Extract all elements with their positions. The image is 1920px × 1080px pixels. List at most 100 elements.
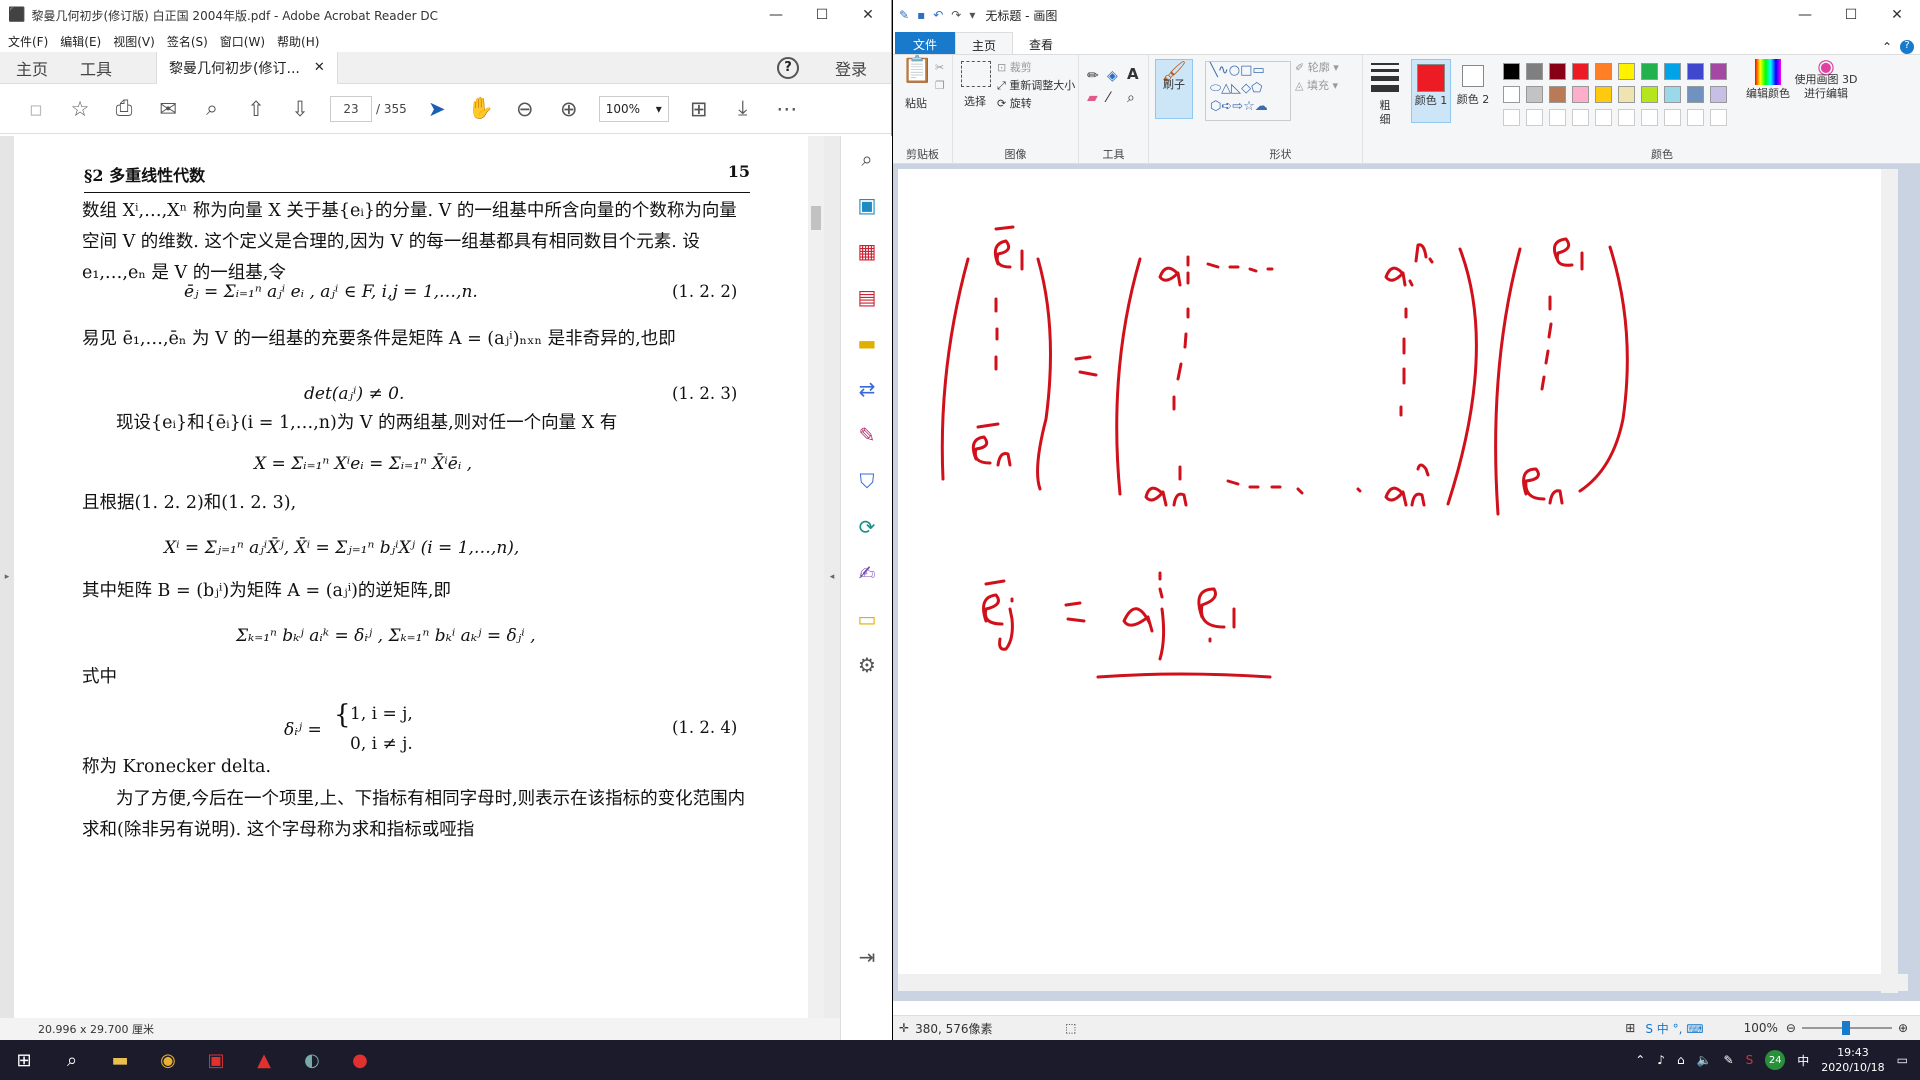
palette-swatch-empty[interactable]	[1503, 109, 1520, 126]
save-icon[interactable]: ▪	[917, 8, 925, 22]
paint3d-button[interactable]: ◉ 使用画图 3D 进行编辑	[1791, 56, 1861, 101]
pencil-icon[interactable]: ✏	[1087, 69, 1099, 83]
palette-swatch-empty[interactable]	[1664, 109, 1681, 126]
zoom-out-icon[interactable]: ⊖	[1786, 1021, 1796, 1035]
paint-taskbar-icon[interactable]: ◐	[288, 1040, 336, 1080]
chrome-icon[interactable]: ◉	[144, 1040, 192, 1080]
palette-swatch[interactable]	[1618, 86, 1635, 103]
comment-icon[interactable]: ▬	[841, 320, 893, 366]
collapse-panel-icon[interactable]: ⇥	[841, 934, 893, 980]
palette-swatch[interactable]	[1595, 63, 1612, 80]
palette-swatch[interactable]	[1503, 63, 1520, 80]
edit-colors-button[interactable]: 编辑颜色	[1745, 59, 1791, 101]
palette-swatch[interactable]	[1641, 63, 1658, 80]
notification-badge[interactable]: 24	[1765, 1050, 1786, 1070]
text-tool-icon[interactable]: A	[1127, 67, 1139, 82]
palette-swatch-empty[interactable]	[1549, 109, 1566, 126]
palette-swatch-empty[interactable]	[1526, 109, 1543, 126]
zoom-in-icon[interactable]: ⊕	[547, 91, 591, 127]
palette-swatch-empty[interactable]	[1641, 109, 1658, 126]
palette-swatch-empty[interactable]	[1710, 109, 1727, 126]
close-button[interactable]: ✕	[845, 7, 891, 23]
palette-swatch-empty[interactable]	[1687, 109, 1704, 126]
rotate-button[interactable]: ⟳ 旋转	[997, 97, 1032, 111]
palette-swatch[interactable]	[1572, 86, 1589, 103]
palette-swatch[interactable]	[1572, 63, 1589, 80]
canvas-horizontal-scrollbar[interactable]	[898, 974, 1908, 991]
maximize-button[interactable]: ☐	[799, 7, 845, 23]
mail-icon[interactable]: ✉	[146, 91, 190, 127]
size-lines-icon[interactable]	[1371, 63, 1399, 92]
zoom-in-icon[interactable]: ⊕	[1898, 1021, 1908, 1035]
palette-swatch[interactable]	[1549, 63, 1566, 80]
sign-icon[interactable]: ✍	[841, 550, 893, 596]
left-panel-toggle[interactable]: ▸	[0, 136, 14, 1018]
minimize-button[interactable]: —	[1782, 7, 1828, 23]
volume-icon[interactable]: 🔈	[1697, 1053, 1712, 1067]
menu-window[interactable]: 窗口(W)	[220, 33, 265, 50]
more-tools-icon[interactable]: ⚙	[841, 642, 893, 688]
menu-help[interactable]: 帮助(H)	[277, 33, 319, 50]
palette-swatch[interactable]	[1526, 86, 1543, 103]
more-icon[interactable]: ⋯	[765, 91, 809, 127]
menu-edit[interactable]: 编辑(E)	[60, 33, 101, 50]
paste-button[interactable]: 粘贴	[899, 97, 933, 111]
palette-swatch[interactable]	[1664, 86, 1681, 103]
maximize-button[interactable]: ☐	[1828, 7, 1874, 23]
select-cursor-icon[interactable]: ➤	[415, 91, 459, 127]
color1-button[interactable]: 颜色 1	[1411, 59, 1451, 123]
tab-file[interactable]: 文件	[895, 32, 956, 54]
shapes-gallery[interactable]: ╲∿○□▭ ⬭△◺◇⬠ ⬡➪⇨☆☁	[1205, 61, 1291, 121]
search-icon[interactable]: ⌕	[48, 1040, 96, 1080]
select-icon[interactable]	[961, 61, 991, 87]
acrobat-taskbar-icon[interactable]: ▲	[240, 1040, 288, 1080]
palette-swatch[interactable]	[1549, 86, 1566, 103]
right-panel-toggle[interactable]: ◂	[824, 136, 840, 1018]
protect-icon[interactable]: ⛉	[841, 458, 893, 504]
zoom-out-icon[interactable]: ⊖	[503, 91, 547, 127]
zoom-slider-thumb[interactable]	[1841, 1021, 1850, 1035]
resize-button[interactable]: ⤢ 重新调整大小	[997, 79, 1075, 93]
customize-icon[interactable]: ▾	[969, 8, 975, 22]
palette-swatch[interactable]	[1526, 63, 1543, 80]
crop-button[interactable]: ⊡ 裁剪	[997, 61, 1032, 75]
tab-home[interactable]: 主页	[0, 56, 64, 80]
download-icon[interactable]: ⤓	[721, 91, 765, 127]
ime-indicator[interactable]: 中	[1797, 1052, 1809, 1069]
scroll-thumb[interactable]	[811, 206, 821, 230]
zoom-tool-icon[interactable]: ⌕	[841, 136, 893, 182]
page-up-icon[interactable]: ⇧	[234, 91, 278, 127]
palette-swatch[interactable]	[1595, 86, 1612, 103]
cut-icon[interactable]: ✂	[935, 61, 944, 75]
stamp-icon[interactable]: ▭	[841, 596, 893, 642]
show-hidden-icon[interactable]: ⌃	[1635, 1053, 1645, 1067]
ime-toolbar[interactable]: S 中 °, ⌨	[1645, 1020, 1703, 1037]
tab-tools[interactable]: 工具	[64, 56, 128, 80]
palette-swatch[interactable]	[1641, 86, 1658, 103]
palette-swatch[interactable]	[1710, 86, 1727, 103]
fill-button[interactable]: ◬ 填充 ▾	[1295, 79, 1338, 93]
recorder-icon[interactable]: ●	[336, 1040, 384, 1080]
menu-sign[interactable]: 签名(S)	[167, 33, 208, 50]
start-button[interactable]: ⊞	[0, 1040, 48, 1080]
palette-swatch[interactable]	[1618, 63, 1635, 80]
vertical-scrollbar[interactable]	[808, 136, 824, 1018]
palette-swatch-empty[interactable]	[1572, 109, 1589, 126]
hand-tool-icon[interactable]: ✋	[459, 91, 503, 127]
palette-swatch[interactable]	[1710, 63, 1727, 80]
login-button[interactable]: 登录	[835, 56, 867, 80]
palette-swatch[interactable]	[1687, 63, 1704, 80]
clock[interactable]: 19:43 2020/10/18	[1821, 1045, 1884, 1075]
eraser-icon[interactable]: ▰	[1087, 91, 1098, 105]
palette-swatch-empty[interactable]	[1618, 109, 1635, 126]
redo-icon[interactable]: ↷	[951, 8, 961, 22]
close-button[interactable]: ✕	[1874, 7, 1920, 23]
color2-button[interactable]: 颜色 2	[1455, 59, 1491, 123]
page-layout-icon[interactable]: ⊞	[677, 91, 721, 127]
palette-swatch[interactable]	[1664, 63, 1681, 80]
send-review-icon[interactable]: ⟳	[841, 504, 893, 550]
paste-icon[interactable]: 📋	[901, 57, 933, 83]
fill-bucket-icon[interactable]: ◈	[1107, 69, 1118, 83]
size-button[interactable]: 粗细	[1375, 99, 1395, 127]
file-explorer-icon[interactable]: ▬	[96, 1040, 144, 1080]
